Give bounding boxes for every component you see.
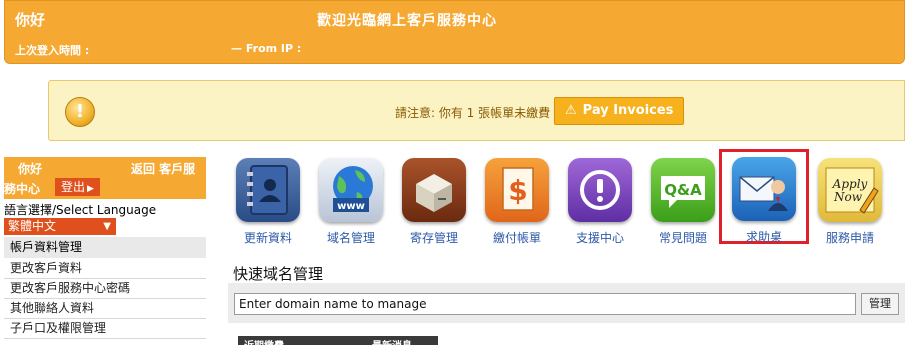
bottom-tabs-strip: 近期繳費 最新消息 — [238, 336, 438, 345]
globe-www-icon: www — [319, 158, 383, 222]
back-to-center-link[interactable]: 返回 客戶服 — [131, 160, 195, 177]
svg-text:$: $ — [508, 174, 527, 207]
svg-text:Now: Now — [833, 190, 863, 204]
logout-button[interactable]: 登出 ▶ — [55, 178, 100, 196]
menu-item-subaccounts[interactable]: 子戶口及權限管理 — [4, 319, 206, 339]
account-menu-header: 帳戶資料管理 — [4, 237, 206, 258]
tile-label-update-profile: 更新資料 — [243, 231, 292, 245]
unpaid-invoice-notice: ! 請注意: 你有 1 張帳單未繳費 ⚠ Pay Invoices — [48, 80, 905, 141]
language-select[interactable]: 繁體中文 ▼ — [4, 218, 116, 235]
header-bar: 你好 歡迎光臨網上客戶服務中心 上次登入時間 : — From IP : — [4, 0, 905, 64]
back-to-center-link-continued[interactable]: 務中心 — [4, 180, 40, 197]
notice-text: 請注意: 你有 1 張帳單未繳費 — [395, 106, 551, 120]
tile-label-domain-management: 域名管理 — [326, 231, 375, 245]
quick-domain-title: 快速域名管理 — [233, 265, 324, 283]
header-greeting: 你好 — [15, 11, 46, 29]
sidebar-header: 你好 返回 客戶服 務中心 登出 ▶ — [4, 157, 206, 199]
tile-label-faq: 常見問題 — [658, 231, 707, 245]
qa-bubble-icon: Q&A — [651, 158, 715, 222]
sidebar-greeting: 你好 — [18, 162, 43, 176]
invoice-dollar-icon: $ — [485, 158, 549, 222]
domain-search-input[interactable] — [234, 293, 856, 315]
tile-pay-invoices[interactable]: $ 繳付帳單 — [481, 158, 553, 246]
tile-faq[interactable]: Q&A 常見問題 — [647, 158, 719, 246]
exclamation-icon: ! — [65, 97, 95, 127]
tile-label-service-application: 服務申請 — [825, 231, 874, 245]
quick-domain-panel: 管理 — [228, 283, 905, 323]
chevron-down-icon: ▼ — [103, 221, 111, 232]
manage-domain-button[interactable]: 管理 — [861, 293, 899, 315]
tile-helpdesk[interactable]: 求助桌 — [719, 149, 809, 244]
menu-item-update-profile[interactable]: 更改客戶資料 — [4, 259, 206, 279]
tile-label-support-center: 支援中心 — [575, 231, 624, 245]
svg-text:www: www — [337, 201, 365, 212]
tile-label-hosting-management: 寄存管理 — [409, 231, 458, 245]
menu-item-change-password[interactable]: 更改客戶服務中心密碼 — [4, 279, 206, 299]
tile-label-pay-invoices: 繳付帳單 — [492, 231, 541, 245]
header-welcome-title: 歡迎光臨網上客戶服務中心 — [317, 13, 497, 29]
svg-text:Q&A: Q&A — [664, 181, 702, 199]
tile-service-application[interactable]: Apply Now 服務申請 — [814, 158, 886, 246]
tile-support-center[interactable]: 支援中心 — [564, 158, 636, 246]
support-icon — [568, 158, 632, 222]
tile-domain-management[interactable]: www 域名管理 — [315, 158, 387, 246]
logout-label: 登出 — [61, 180, 86, 194]
from-ip-label: — From IP : — [231, 42, 302, 55]
tile-update-profile[interactable]: 更新資料 — [232, 158, 304, 246]
server-box-icon — [402, 158, 466, 222]
svg-text:Apply: Apply — [832, 177, 868, 191]
warning-icon: ⚠ — [565, 103, 577, 118]
page: 你好 歡迎光臨網上客戶服務中心 上次登入時間 : — From IP : ! 請… — [0, 0, 905, 345]
play-arrow-icon: ▶ — [87, 184, 94, 194]
tab-latest-news[interactable]: 最新消息 — [372, 337, 412, 345]
menu-item-other-contacts[interactable]: 其他聯絡人資料 — [4, 299, 206, 319]
tile-label-helpdesk: 求助桌 — [745, 230, 782, 244]
helpdesk-mail-icon — [732, 157, 796, 221]
address-book-icon — [236, 158, 300, 222]
pay-invoices-label: Pay Invoices — [582, 103, 674, 118]
apply-now-icon: Apply Now — [818, 158, 882, 222]
last-login-label: 上次登入時間 : — [15, 44, 90, 57]
pay-invoices-button[interactable]: ⚠ Pay Invoices — [554, 97, 685, 125]
language-label: 語言選擇/Select Language — [4, 203, 157, 217]
language-selected-value: 繁體中文 — [8, 219, 57, 233]
tile-hosting-management[interactable]: 寄存管理 — [398, 158, 470, 246]
tab-recent-payments[interactable]: 近期繳費 — [244, 337, 284, 345]
